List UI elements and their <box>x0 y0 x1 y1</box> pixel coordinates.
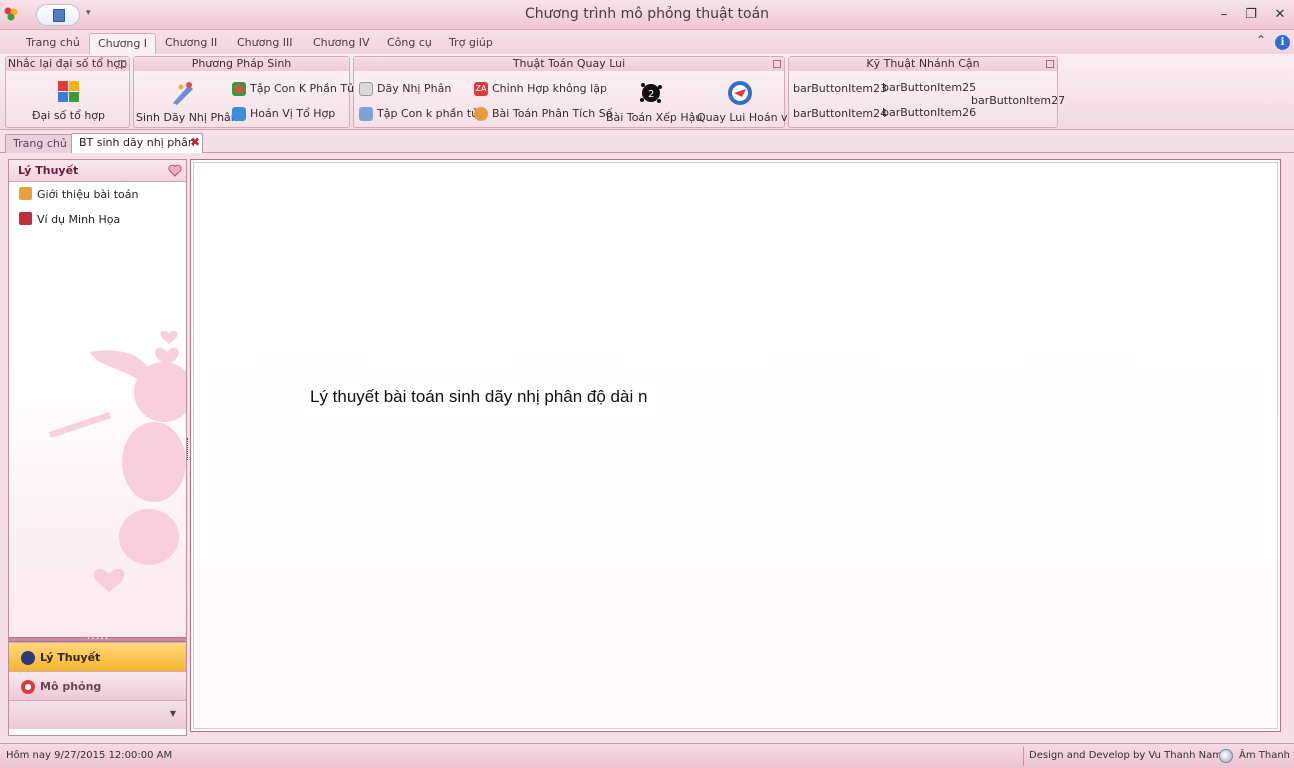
button-label: Bài Toán Xếp Hậu <box>606 111 703 124</box>
status-bar: Hôm nay 9/27/2015 12:00:00 AM Design and… <box>0 743 1294 768</box>
svg-text:2: 2 <box>648 89 654 100</box>
collapse-ribbon-icon[interactable]: ⌃ <box>1256 33 1266 47</box>
bar-button-item-25[interactable]: barButtonItem25 <box>882 79 976 97</box>
sound-icon[interactable] <box>1219 749 1233 763</box>
nav-item-gioi-thieu[interactable]: Giới thiệu bài toán <box>9 182 186 207</box>
hoan-vi-to-hop-button[interactable]: Hoán Vị Tổ Hợp <box>232 105 335 123</box>
doc-tab-trang-chu[interactable]: Trang chủ <box>5 134 75 153</box>
nav-pane-header: Lý Thuyết <box>9 160 186 182</box>
za-icon: ZA <box>474 82 488 96</box>
tap-con-k-button[interactable]: Tập Con k phần tử <box>359 105 478 123</box>
bar-button-item-27[interactable]: barButtonItem27 <box>971 92 1065 110</box>
group-launcher-icon[interactable] <box>1046 60 1054 68</box>
content-panel: Lý thuyết bài toán sinh dãy nhị phân độ … <box>190 159 1281 732</box>
button-label: Tập Con k phần tử <box>377 107 479 120</box>
minimize-icon[interactable]: – <box>1216 7 1232 22</box>
nav-group-label: Lý Thuyết <box>40 651 101 664</box>
cupid-decoration <box>49 330 186 592</box>
chevron-down-icon[interactable]: ▼ <box>170 709 176 718</box>
group-launcher-icon[interactable] <box>773 60 781 68</box>
nav-group-label: Mô phỏng <box>40 680 102 693</box>
group-nhac-lai: Nhắc lại đại số tổ hợp Đại số tổ hợp <box>5 56 130 128</box>
nav-group-mo-phong[interactable]: Mô phỏng <box>9 671 186 700</box>
tab-chuong-1[interactable]: Chương I <box>89 33 157 54</box>
doc-tab-bt-sinh-day[interactable]: BT sinh dãy nhị phân <box>71 133 203 153</box>
pen-icon <box>173 82 193 105</box>
button-label: Tập Con K Phần Tử <box>250 82 355 95</box>
button-label: Sinh Dãy Nhị Phân <box>136 111 238 124</box>
refresh-icon <box>728 81 752 105</box>
sound-button[interactable]: Âm Thanh <box>1239 750 1290 761</box>
bar-button-item-24[interactable]: barButtonItem24 <box>793 105 887 123</box>
group-quay-lui: Thuật Toán Quay Lui Dãy Nhị Phân Tập Con… <box>353 56 791 128</box>
tab-cong-cu[interactable]: Công cụ <box>379 33 440 54</box>
status-credit: Design and Develop by Vu Thanh Nam <box>1029 750 1222 761</box>
window-title: Chương trình mô phỏng thuật toán <box>524 6 770 22</box>
info-icon[interactable]: i <box>1275 35 1290 50</box>
tab-chuong-3[interactable]: Chương III <box>229 33 301 54</box>
group-launcher-icon[interactable] <box>118 60 126 68</box>
button-label: Đại số tổ hợp <box>32 109 105 122</box>
nav-pane-footer: ▼ <box>9 700 186 729</box>
ribbon-tab-strip: Trang chủ Chương I Chương II Chương III … <box>0 30 1294 54</box>
simulation-icon <box>21 680 35 694</box>
group-title: Kỹ Thuật Nhánh Cận <box>789 57 1057 71</box>
nav-item-vi-du[interactable]: Ví dụ Minh Họa <box>9 207 186 232</box>
balls-icon <box>232 82 246 96</box>
sinh-day-nhi-phan-button[interactable]: Sinh Dãy Nhị Phân <box>136 79 238 124</box>
bai-toan-phan-tich-so-button[interactable]: Bài Toán Phân Tích Số <box>474 105 612 123</box>
button-label: Hoán Vị Tổ Hợp <box>250 107 336 120</box>
group-title: Nhắc lại đại số tổ hợp <box>6 57 129 71</box>
swap-icon <box>232 107 246 121</box>
splat-icon: 2 <box>640 83 662 103</box>
group-title: Thuật Toán Quay Lui <box>354 57 784 71</box>
button-label: Chỉnh Hợp không lặp <box>492 82 607 95</box>
bar-button-item-23[interactable]: barButtonItem23 <box>793 80 887 98</box>
nav-item-label: Giới thiệu bài toán <box>37 188 139 201</box>
title-bar: ▾ Chương trình mô phỏng thuật toán – ❐ ✕ <box>0 0 1294 30</box>
restore-icon[interactable]: ❐ <box>1243 7 1259 22</box>
tools-icon <box>359 107 373 121</box>
button-label: Quay Lui Hoán vị <box>697 111 791 124</box>
face-icon <box>474 107 488 121</box>
people-icon <box>19 187 32 200</box>
scroll-icon <box>359 82 373 96</box>
close-icon[interactable]: ✕ <box>1272 7 1288 22</box>
puzzle-icon <box>57 81 79 102</box>
dai-so-to-hop-button[interactable]: Đại số tổ hợp <box>31 79 106 122</box>
button-label: Dãy Nhị Phân <box>377 82 452 95</box>
tab-chuong-4[interactable]: Chương IV <box>305 33 378 54</box>
bai-toan-xep-hau-button[interactable]: 2 Bài Toán Xếp Hậu <box>606 79 702 124</box>
day-nhi-phan-button[interactable]: Dãy Nhị Phân <box>359 80 451 98</box>
main-area: Lý Thuyết Giới thiệu bài toán Ví dụ Minh… <box>0 153 1294 743</box>
bar-button-item-26[interactable]: barButtonItem26 <box>882 104 976 122</box>
theory-icon <box>21 651 35 665</box>
tab-trang-chu[interactable]: Trang chủ <box>18 33 88 54</box>
status-date: Hôm nay 9/27/2015 12:00:00 AM <box>6 750 173 761</box>
theory-text: Lý thuyết bài toán sinh dãy nhị phân độ … <box>310 387 648 406</box>
group-nhanh-can: Kỹ Thuật Nhánh Cận barButtonItem23 barBu… <box>788 56 1065 128</box>
tab-chuong-2[interactable]: Chương II <box>157 33 225 54</box>
nav-header-label: Lý Thuyết <box>18 164 79 177</box>
chinh-hop-khong-lap-button[interactable]: ZA Chỉnh Hợp không lặp <box>474 80 607 98</box>
ribbon-body: Nhắc lại đại số tổ hợp Đại số tổ hợp Phư… <box>0 54 1294 130</box>
book-icon <box>19 212 32 225</box>
tab-tro-giup[interactable]: Trợ giúp <box>441 33 501 54</box>
nav-group-ly-thuyet[interactable]: Lý Thuyết <box>9 642 186 671</box>
nav-item-label: Ví dụ Minh Họa <box>37 213 121 226</box>
status-separator <box>1023 747 1024 766</box>
pane-splitter[interactable] <box>187 438 189 460</box>
quay-lui-hoan-vi-button[interactable]: Quay Lui Hoán vị <box>697 79 791 124</box>
content-inner: Lý thuyết bài toán sinh dãy nhị phân độ … <box>193 162 1278 729</box>
close-tab-icon[interactable]: ✖ <box>190 135 200 149</box>
heart-icon[interactable] <box>168 164 182 177</box>
group-title: Phương Pháp Sinh <box>134 57 349 71</box>
navigation-pane: Lý Thuyết Giới thiệu bài toán Ví dụ Minh… <box>8 159 187 736</box>
group-phuong-phap-sinh: Phương Pháp Sinh Sinh Dãy Nhị Phân Tập C… <box>133 56 354 128</box>
nav-item-list: Giới thiệu bài toán Ví dụ Minh Họa <box>9 182 186 637</box>
button-label: Bài Toán Phân Tích Số <box>492 107 613 120</box>
tap-con-k-phan-tu-button[interactable]: Tập Con K Phần Tử <box>232 80 354 98</box>
